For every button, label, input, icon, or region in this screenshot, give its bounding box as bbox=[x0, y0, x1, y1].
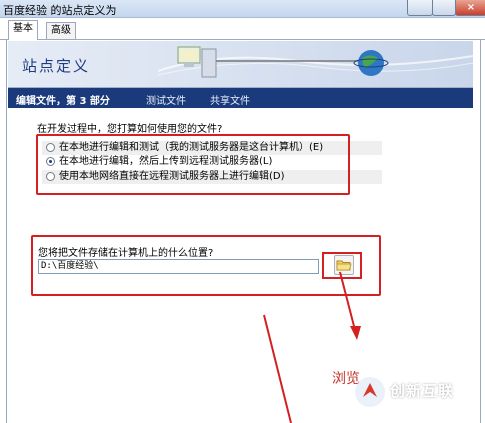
annotation-arrows bbox=[263, 271, 361, 423]
watermark-logo: 创新互联 bbox=[350, 372, 480, 412]
watermark-text: 创新互联 bbox=[390, 382, 455, 400]
logo-icon bbox=[355, 377, 385, 407]
tab-basic[interactable]: 基本 bbox=[8, 20, 38, 40]
